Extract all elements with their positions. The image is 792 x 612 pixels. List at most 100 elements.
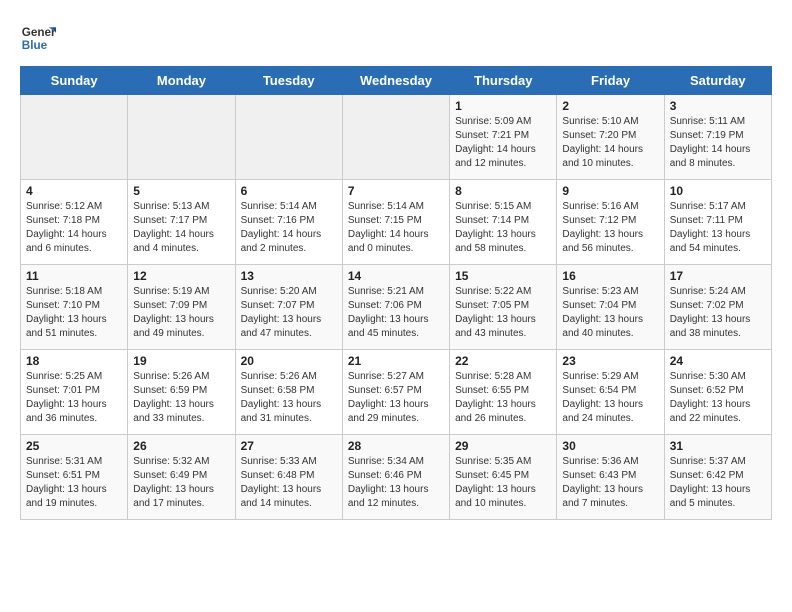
day-info: Sunrise: 5:36 AMSunset: 6:43 PMDaylight:… <box>562 455 658 511</box>
column-header-monday: Monday <box>128 67 235 95</box>
day-info: Sunrise: 5:09 AMSunset: 7:21 PMDaylight:… <box>455 115 551 171</box>
calendar-day-cell: 21 Sunrise: 5:27 AMSunset: 6:57 PMDayligh… <box>342 350 449 435</box>
calendar-day-cell: 27Sunrise: 5:33 AMSunset: 6:48 PMDayligh… <box>235 435 342 520</box>
day-number: 3 <box>670 99 766 113</box>
day-number: 30 <box>562 439 658 453</box>
day-number: 2 <box>562 99 658 113</box>
calendar-day-cell: 4Sunrise: 5:12 AMSunset: 7:18 PMDaylight… <box>21 180 128 265</box>
day-info: Sunrise: 5:19 AMSunset: 7:09 PMDaylight:… <box>133 285 229 341</box>
calendar-day-cell: 17 Sunrise: 5:24 AMSunset: 7:02 PMDayligh… <box>664 265 771 350</box>
day-info: Sunrise: 5:30 AMSunset: 6:52 PMDaylight:… <box>670 370 766 426</box>
day-number: 25 <box>26 439 122 453</box>
calendar-day-cell: 19 Sunrise: 5:26 AMSunset: 6:59 PMDayligh… <box>128 350 235 435</box>
column-header-wednesday: Wednesday <box>342 67 449 95</box>
calendar-day-cell: 13 Sunrise: 5:20 AMSunset: 7:07 PMDayligh… <box>235 265 342 350</box>
day-number: 12 <box>133 269 229 283</box>
day-info: Sunrise: 5:26 AMSunset: 6:58 PMDaylight:… <box>241 370 337 426</box>
day-number: 16 <box>562 269 658 283</box>
day-number: 8 <box>455 184 551 198</box>
header: General Blue <box>20 20 772 56</box>
day-number: 6 <box>241 184 337 198</box>
day-info: Sunrise: 5:10 AMSunset: 7:20 PMDaylight:… <box>562 115 658 171</box>
day-number: 13 <box>241 269 337 283</box>
day-number: 29 <box>455 439 551 453</box>
day-number: 1 <box>455 99 551 113</box>
calendar-day-cell: 5 Sunrise: 5:13 AMSunset: 7:17 PMDaylight… <box>128 180 235 265</box>
day-info: Sunrise: 5:26 AMSunset: 6:59 PMDaylight:… <box>133 370 229 426</box>
calendar-day-cell: 30 Sunrise: 5:36 AMSunset: 6:43 PMDayligh… <box>557 435 664 520</box>
calendar-day-cell: 23 Sunrise: 5:29 AMSunset: 6:54 PMDayligh… <box>557 350 664 435</box>
day-info: Sunrise: 5:37 AMSunset: 6:42 PMDaylight:… <box>670 455 766 511</box>
day-number: 11 <box>26 269 122 283</box>
day-info: Sunrise: 5:31 AMSunset: 6:51 PMDaylight:… <box>26 455 122 511</box>
day-number: 20 <box>241 354 337 368</box>
day-number: 17 <box>670 269 766 283</box>
day-info: Sunrise: 5:29 AMSunset: 6:54 PMDaylight:… <box>562 370 658 426</box>
day-number: 7 <box>348 184 444 198</box>
calendar-day-cell: 6Sunrise: 5:14 AMSunset: 7:16 PMDaylight… <box>235 180 342 265</box>
calendar-week-row: 11Sunrise: 5:18 AMSunset: 7:10 PMDayligh… <box>21 265 772 350</box>
calendar-day-cell: 2 Sunrise: 5:10 AMSunset: 7:20 PMDaylight… <box>557 95 664 180</box>
calendar-day-cell <box>342 95 449 180</box>
calendar-day-cell: 24Sunrise: 5:30 AMSunset: 6:52 PMDayligh… <box>664 350 771 435</box>
calendar-day-cell <box>21 95 128 180</box>
column-header-friday: Friday <box>557 67 664 95</box>
calendar-day-cell: 18Sunrise: 5:25 AMSunset: 7:01 PMDayligh… <box>21 350 128 435</box>
day-number: 10 <box>670 184 766 198</box>
day-number: 9 <box>562 184 658 198</box>
column-header-sunday: Sunday <box>21 67 128 95</box>
calendar-day-cell: 29 Sunrise: 5:35 AMSunset: 6:45 PMDayligh… <box>450 435 557 520</box>
day-info: Sunrise: 5:11 AMSunset: 7:19 PMDaylight:… <box>670 115 766 171</box>
column-header-thursday: Thursday <box>450 67 557 95</box>
logo: General Blue <box>20 20 56 56</box>
calendar-week-row: 25 Sunrise: 5:31 AMSunset: 6:51 PMDayligh… <box>21 435 772 520</box>
calendar-week-row: 4Sunrise: 5:12 AMSunset: 7:18 PMDaylight… <box>21 180 772 265</box>
calendar-day-cell: 3 Sunrise: 5:11 AMSunset: 7:19 PMDaylight… <box>664 95 771 180</box>
generalblue-logo-icon: General Blue <box>20 20 56 56</box>
calendar-day-cell: 11Sunrise: 5:18 AMSunset: 7:10 PMDayligh… <box>21 265 128 350</box>
day-number: 5 <box>133 184 229 198</box>
calendar-day-cell <box>235 95 342 180</box>
column-header-saturday: Saturday <box>664 67 771 95</box>
day-number: 15 <box>455 269 551 283</box>
calendar-day-cell <box>128 95 235 180</box>
calendar-table: SundayMondayTuesdayWednesdayThursdayFrid… <box>20 66 772 520</box>
day-number: 27 <box>241 439 337 453</box>
calendar-day-cell: 31 Sunrise: 5:37 AMSunset: 6:42 PMDayligh… <box>664 435 771 520</box>
day-number: 21 <box>348 354 444 368</box>
day-info: Sunrise: 5:35 AMSunset: 6:45 PMDaylight:… <box>455 455 551 511</box>
day-number: 31 <box>670 439 766 453</box>
day-info: Sunrise: 5:23 AMSunset: 7:04 PMDaylight:… <box>562 285 658 341</box>
day-number: 23 <box>562 354 658 368</box>
calendar-day-cell: 1 Sunrise: 5:09 AMSunset: 7:21 PMDaylight… <box>450 95 557 180</box>
calendar-day-cell: 10Sunrise: 5:17 AMSunset: 7:11 PMDayligh… <box>664 180 771 265</box>
calendar-week-row: 1 Sunrise: 5:09 AMSunset: 7:21 PMDaylight… <box>21 95 772 180</box>
day-number: 19 <box>133 354 229 368</box>
day-info: Sunrise: 5:20 AMSunset: 7:07 PMDaylight:… <box>241 285 337 341</box>
calendar-day-cell: 25 Sunrise: 5:31 AMSunset: 6:51 PMDayligh… <box>21 435 128 520</box>
calendar-header-row: SundayMondayTuesdayWednesdayThursdayFrid… <box>21 67 772 95</box>
svg-text:Blue: Blue <box>22 39 48 52</box>
day-info: Sunrise: 5:24 AMSunset: 7:02 PMDaylight:… <box>670 285 766 341</box>
day-info: Sunrise: 5:13 AMSunset: 7:17 PMDaylight:… <box>133 200 229 256</box>
day-info: Sunrise: 5:21 AMSunset: 7:06 PMDaylight:… <box>348 285 444 341</box>
calendar-day-cell: 26Sunrise: 5:32 AMSunset: 6:49 PMDayligh… <box>128 435 235 520</box>
day-number: 4 <box>26 184 122 198</box>
day-info: Sunrise: 5:15 AMSunset: 7:14 PMDaylight:… <box>455 200 551 256</box>
day-info: Sunrise: 5:14 AMSunset: 7:15 PMDaylight:… <box>348 200 444 256</box>
calendar-day-cell: 22Sunrise: 5:28 AMSunset: 6:55 PMDayligh… <box>450 350 557 435</box>
day-number: 18 <box>26 354 122 368</box>
calendar-week-row: 18Sunrise: 5:25 AMSunset: 7:01 PMDayligh… <box>21 350 772 435</box>
day-number: 28 <box>348 439 444 453</box>
calendar-day-cell: 28 Sunrise: 5:34 AMSunset: 6:46 PMDayligh… <box>342 435 449 520</box>
calendar-day-cell: 8 Sunrise: 5:15 AMSunset: 7:14 PMDaylight… <box>450 180 557 265</box>
day-info: Sunrise: 5:27 AMSunset: 6:57 PMDaylight:… <box>348 370 444 426</box>
day-info: Sunrise: 5:28 AMSunset: 6:55 PMDaylight:… <box>455 370 551 426</box>
day-info: Sunrise: 5:32 AMSunset: 6:49 PMDaylight:… <box>133 455 229 511</box>
day-info: Sunrise: 5:22 AMSunset: 7:05 PMDaylight:… <box>455 285 551 341</box>
calendar-day-cell: 15 Sunrise: 5:22 AMSunset: 7:05 PMDayligh… <box>450 265 557 350</box>
day-info: Sunrise: 5:34 AMSunset: 6:46 PMDaylight:… <box>348 455 444 511</box>
column-header-tuesday: Tuesday <box>235 67 342 95</box>
calendar-day-cell: 7 Sunrise: 5:14 AMSunset: 7:15 PMDaylight… <box>342 180 449 265</box>
calendar-day-cell: 14Sunrise: 5:21 AMSunset: 7:06 PMDayligh… <box>342 265 449 350</box>
